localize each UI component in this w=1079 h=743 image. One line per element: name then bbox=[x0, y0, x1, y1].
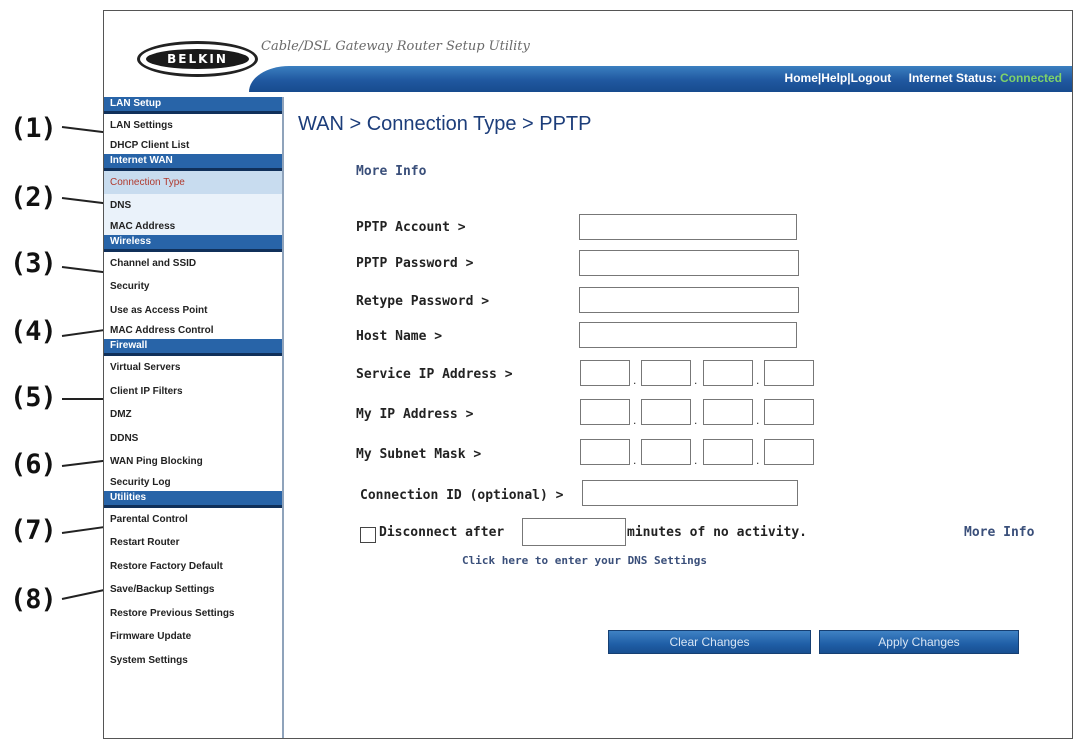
service-ip-octet-2[interactable] bbox=[641, 360, 691, 386]
sidebar-item-parental-control[interactable]: Parental Control bbox=[104, 508, 282, 532]
sidebar-heading-wireless: Wireless bbox=[104, 234, 282, 252]
subnet-mask-octet-1[interactable] bbox=[580, 439, 630, 465]
my-ip-octet-4[interactable] bbox=[764, 399, 814, 425]
callout-6: (6) bbox=[10, 449, 57, 480]
disconnect-minutes-input[interactable] bbox=[522, 518, 626, 546]
subnet-mask-octet-2[interactable] bbox=[641, 439, 691, 465]
host-name-label: Host Name > bbox=[356, 329, 443, 344]
internet-status-value: Connected bbox=[999, 71, 1062, 85]
clear-changes-button[interactable]: Clear Changes bbox=[608, 630, 811, 654]
sidebar-heading-utilities: Utilities bbox=[104, 490, 282, 508]
subnet-mask-octet-3[interactable] bbox=[703, 439, 753, 465]
sidebar-item-lan-settings[interactable]: LAN Settings bbox=[104, 114, 282, 138]
sidebar-item-system-settings[interactable]: System Settings bbox=[104, 649, 282, 673]
service-ip-octet-4[interactable] bbox=[764, 360, 814, 386]
sidebar-item-access-point[interactable]: Use as Access Point bbox=[104, 299, 282, 323]
internet-status-label: Internet Status: bbox=[908, 71, 997, 85]
service-ip-octet-1[interactable] bbox=[580, 360, 630, 386]
ip-dot: . bbox=[633, 413, 637, 427]
callout-4: (4) bbox=[10, 316, 57, 347]
sidebar-item-dmz[interactable]: DMZ bbox=[104, 403, 282, 427]
sidebar-item-save-backup-settings[interactable]: Save/Backup Settings bbox=[104, 578, 282, 602]
my-ip-octet-2[interactable] bbox=[641, 399, 691, 425]
belkin-logo: BELKIN bbox=[137, 41, 258, 77]
my-ip-octet-1[interactable] bbox=[580, 399, 630, 425]
ip-dot: . bbox=[756, 413, 760, 427]
ip-dot: . bbox=[633, 453, 637, 467]
sidebar-item-wan-ping-blocking[interactable]: WAN Ping Blocking bbox=[104, 450, 282, 474]
my-ip-label: My IP Address > bbox=[356, 407, 474, 422]
ip-dot: . bbox=[756, 453, 760, 467]
sidebar-heading-firewall: Firewall bbox=[104, 339, 282, 356]
callout-1: (1) bbox=[10, 113, 57, 144]
ip-dot: . bbox=[694, 373, 698, 387]
sidebar-item-restart-router[interactable]: Restart Router bbox=[104, 531, 282, 555]
pptp-account-label: PPTP Account > bbox=[356, 220, 466, 235]
sidebar-item-mac-address-control[interactable]: MAC Address Control bbox=[104, 322, 282, 339]
pptp-password-input[interactable] bbox=[579, 250, 799, 276]
subnet-mask-label: My Subnet Mask > bbox=[356, 447, 482, 462]
sidebar-item-mac-address[interactable]: MAC Address bbox=[104, 217, 282, 235]
ip-dot: . bbox=[633, 373, 637, 387]
service-ip-octet-3[interactable] bbox=[703, 360, 753, 386]
disconnect-more-info-link[interactable]: More Info bbox=[964, 525, 1034, 540]
callout-3: (3) bbox=[10, 248, 57, 279]
logo-text: BELKIN bbox=[146, 49, 249, 69]
dns-settings-link[interactable]: Click here to enter your DNS Settings bbox=[462, 554, 707, 567]
sidebar-item-channel-ssid[interactable]: Channel and SSID bbox=[104, 252, 282, 276]
more-info-link[interactable]: More Info bbox=[356, 164, 426, 179]
top-nav-bar: Home|Help|Logout Internet Status: Connec… bbox=[249, 66, 1072, 92]
my-ip-octet-3[interactable] bbox=[703, 399, 753, 425]
sidebar: LAN Setup LAN Settings DHCP Client List … bbox=[104, 97, 284, 738]
retype-password-label: Retype Password > bbox=[356, 294, 490, 309]
disconnect-checkbox[interactable] bbox=[360, 527, 376, 543]
help-link[interactable]: Help bbox=[821, 71, 847, 85]
main-content: WAN > Connection Type > PPTP More Info P… bbox=[286, 97, 1072, 738]
sidebar-item-dhcp-client-list[interactable]: DHCP Client List bbox=[104, 138, 282, 154]
home-link[interactable]: Home bbox=[785, 71, 818, 85]
sidebar-item-firmware-update[interactable]: Firmware Update bbox=[104, 625, 282, 649]
sidebar-item-security[interactable]: Security bbox=[104, 275, 282, 299]
host-name-input[interactable] bbox=[579, 322, 797, 348]
pptp-password-label: PPTP Password > bbox=[356, 256, 474, 271]
app-title: Cable/DSL Gateway Router Setup Utility bbox=[261, 39, 530, 54]
router-setup-window: BELKIN Cable/DSL Gateway Router Setup Ut… bbox=[103, 10, 1073, 739]
sidebar-item-restore-previous-settings[interactable]: Restore Previous Settings bbox=[104, 602, 282, 626]
sidebar-item-ddns[interactable]: DDNS bbox=[104, 427, 282, 451]
sidebar-item-virtual-servers[interactable]: Virtual Servers bbox=[104, 356, 282, 380]
disconnect-label: Disconnect after bbox=[379, 525, 505, 540]
service-ip-label: Service IP Address > bbox=[356, 367, 513, 382]
subnet-mask-octet-4[interactable] bbox=[764, 439, 814, 465]
sidebar-item-client-ip-filters[interactable]: Client IP Filters bbox=[104, 380, 282, 404]
retype-password-input[interactable] bbox=[579, 287, 799, 313]
apply-changes-button[interactable]: Apply Changes bbox=[819, 630, 1019, 654]
disconnect-suffix: minutes of no activity. bbox=[627, 525, 808, 540]
connection-id-input[interactable] bbox=[582, 480, 798, 506]
ip-dot: . bbox=[694, 413, 698, 427]
top-nav: Home|Help|Logout Internet Status: Connec… bbox=[784, 71, 1062, 85]
header: BELKIN Cable/DSL Gateway Router Setup Ut… bbox=[104, 11, 1072, 94]
connection-id-label: Connection ID (optional) > bbox=[360, 488, 564, 503]
ip-dot: . bbox=[756, 373, 760, 387]
sidebar-heading-internet-wan: Internet WAN bbox=[104, 153, 282, 171]
sidebar-item-dns[interactable]: DNS bbox=[104, 194, 282, 218]
callout-5: (5) bbox=[10, 382, 57, 413]
ip-dot: . bbox=[694, 453, 698, 467]
page-title: WAN > Connection Type > PPTP bbox=[298, 113, 592, 135]
sidebar-item-security-log[interactable]: Security Log bbox=[104, 474, 282, 491]
callout-2: (2) bbox=[10, 182, 57, 213]
logout-link[interactable]: Logout bbox=[851, 71, 892, 85]
callout-8: (8) bbox=[10, 584, 57, 615]
callout-7: (7) bbox=[10, 515, 57, 546]
sidebar-item-restore-factory-default[interactable]: Restore Factory Default bbox=[104, 555, 282, 579]
sidebar-heading-lan-setup: LAN Setup bbox=[104, 97, 282, 114]
pptp-account-input[interactable] bbox=[579, 214, 797, 240]
sidebar-item-connection-type[interactable]: Connection Type bbox=[104, 170, 282, 194]
